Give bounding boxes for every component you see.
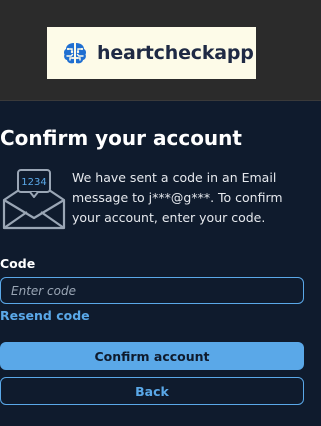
confirm-account-button[interactable]: Confirm account (0, 342, 304, 370)
info-message: We have sent a code in an Email message … (72, 170, 283, 225)
brand-logo: heartcheckapp (47, 27, 256, 79)
code-badge-text: 1234 (21, 177, 46, 188)
code-input[interactable] (0, 277, 304, 304)
resend-code-link[interactable]: Resend code (0, 308, 90, 323)
top-bar: heartcheckapp (0, 0, 321, 101)
brand-name: heartcheckapp (97, 42, 254, 64)
back-button[interactable]: Back (0, 377, 304, 405)
page-title: Confirm your account (0, 126, 242, 150)
envelope-code-icon: 1234 (2, 169, 66, 230)
code-label: Code (0, 256, 36, 271)
brain-icon (64, 43, 86, 64)
